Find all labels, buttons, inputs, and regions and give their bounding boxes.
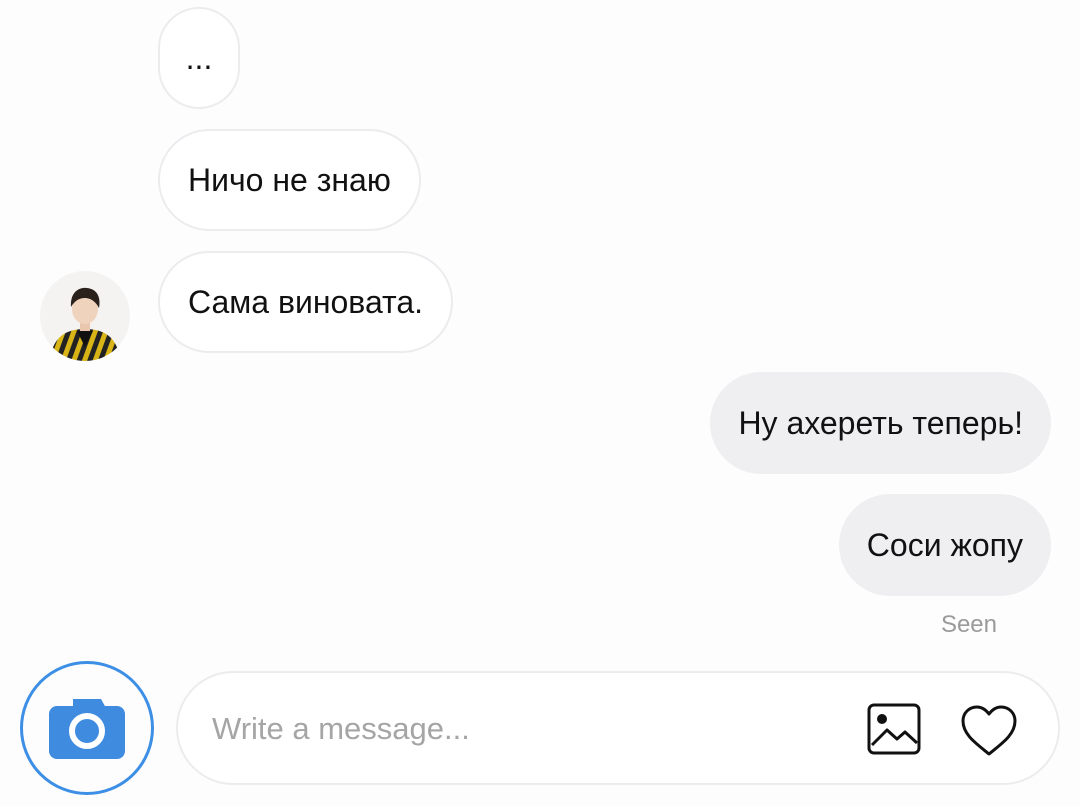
- avatar[interactable]: [40, 271, 130, 361]
- gallery-icon: [867, 703, 921, 755]
- seen-status: Seen: [940, 611, 997, 638]
- message-text: Соси жопу: [866, 526, 1023, 563]
- like-button[interactable]: [960, 704, 1018, 758]
- message-text: ...: [185, 39, 213, 76]
- message-text: Ну ахереть теперь!: [738, 404, 1023, 441]
- incoming-message-bubble[interactable]: Сама виновата.: [158, 251, 454, 353]
- gallery-button[interactable]: [867, 703, 921, 755]
- heart-icon: [961, 705, 1017, 756]
- incoming-message-bubble[interactable]: Ничо не знаю: [158, 129, 421, 231]
- message-input[interactable]: [210, 693, 834, 765]
- camera-icon: [49, 699, 125, 759]
- incoming-message-bubble[interactable]: ...: [158, 7, 240, 109]
- outgoing-message-bubble[interactable]: Ну ахереть теперь!: [710, 372, 1051, 474]
- outgoing-message-bubble[interactable]: Соси жопу: [838, 494, 1051, 596]
- message-text: Сама виновата.: [188, 283, 424, 320]
- camera-button[interactable]: [20, 661, 154, 795]
- message-composer: [176, 671, 1060, 785]
- avatar-image: [40, 271, 130, 361]
- message-text: Ничо не знаю: [188, 161, 391, 198]
